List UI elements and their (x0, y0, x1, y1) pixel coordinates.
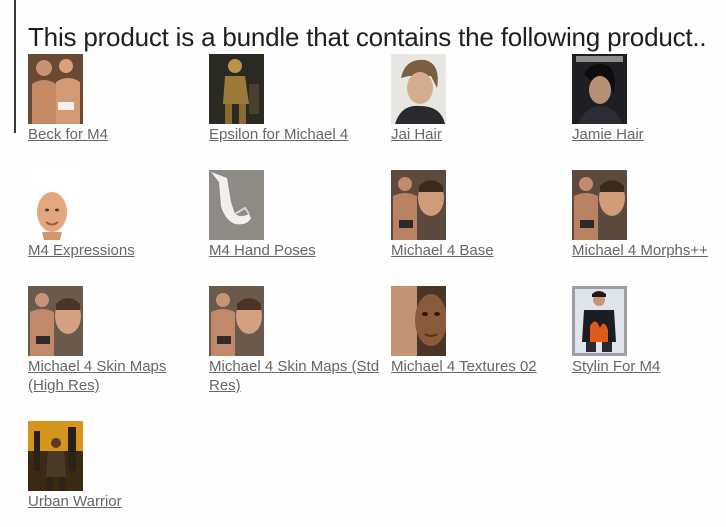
product-link[interactable]: Michael 4 Morphs++ (572, 241, 726, 260)
product-link[interactable]: Jai Hair (391, 125, 569, 144)
product-item: Jai Hair (391, 54, 569, 144)
product-item: Beck for M4 (28, 54, 206, 144)
product-item: M4 Hand Poses (209, 170, 387, 260)
product-link[interactable]: M4 Expressions (28, 241, 206, 260)
product-item: Michael 4 Skin Maps (High Res) (28, 286, 206, 395)
product-link[interactable]: Jamie Hair (572, 125, 726, 144)
product-item: Urban Warrior (28, 421, 206, 511)
product-link[interactable]: Epsilon for Michael 4 (209, 125, 387, 144)
hair-portrait-thumbnail-icon[interactable] (391, 54, 446, 124)
figure-thumbnail-icon[interactable] (28, 54, 83, 124)
product-item: Jamie Hair (572, 54, 726, 144)
product-link[interactable]: Urban Warrior (28, 492, 206, 511)
product-link[interactable]: Michael 4 Base (391, 241, 569, 260)
product-link[interactable]: M4 Hand Poses (209, 241, 387, 260)
clothing-stamp-thumbnail-icon[interactable] (572, 286, 627, 356)
face-closeup-thumbnail-icon[interactable] (391, 286, 446, 356)
figure-thumbnail-icon[interactable] (572, 170, 627, 240)
product-link[interactable]: Michael 4 Textures 02 (391, 357, 569, 376)
magazine-portrait-thumbnail-icon[interactable] (572, 54, 627, 124)
product-link[interactable]: Beck for M4 (28, 125, 206, 144)
product-link[interactable]: Michael 4 Skin Maps (High Res) (28, 357, 206, 395)
product-item: Stylin For M4 (572, 286, 726, 376)
warrior-scene-thumbnail-icon[interactable] (28, 421, 83, 491)
product-item: Michael 4 Base (391, 170, 569, 260)
hand-pose-thumbnail-icon[interactable] (209, 170, 264, 240)
armor-figure-thumbnail-icon[interactable] (209, 54, 264, 124)
product-link[interactable]: Stylin For M4 (572, 357, 726, 376)
product-item: Michael 4 Skin Maps (Std Res) (209, 286, 387, 395)
bald-head-thumbnail-icon[interactable] (28, 170, 83, 240)
figure-thumbnail-icon[interactable] (391, 170, 446, 240)
product-item: M4 Expressions (28, 170, 206, 260)
product-item: Epsilon for Michael 4 (209, 54, 387, 144)
product-item: Michael 4 Textures 02 (391, 286, 569, 376)
product-link[interactable]: Michael 4 Skin Maps (Std Res) (209, 357, 387, 395)
figure-thumbnail-icon[interactable] (28, 286, 83, 356)
product-item: Michael 4 Morphs++ (572, 170, 726, 260)
bundle-product-grid: Beck for M4 Epsilon for Michael 4 Jai Ha (0, 0, 726, 527)
figure-thumbnail-icon[interactable] (209, 286, 264, 356)
